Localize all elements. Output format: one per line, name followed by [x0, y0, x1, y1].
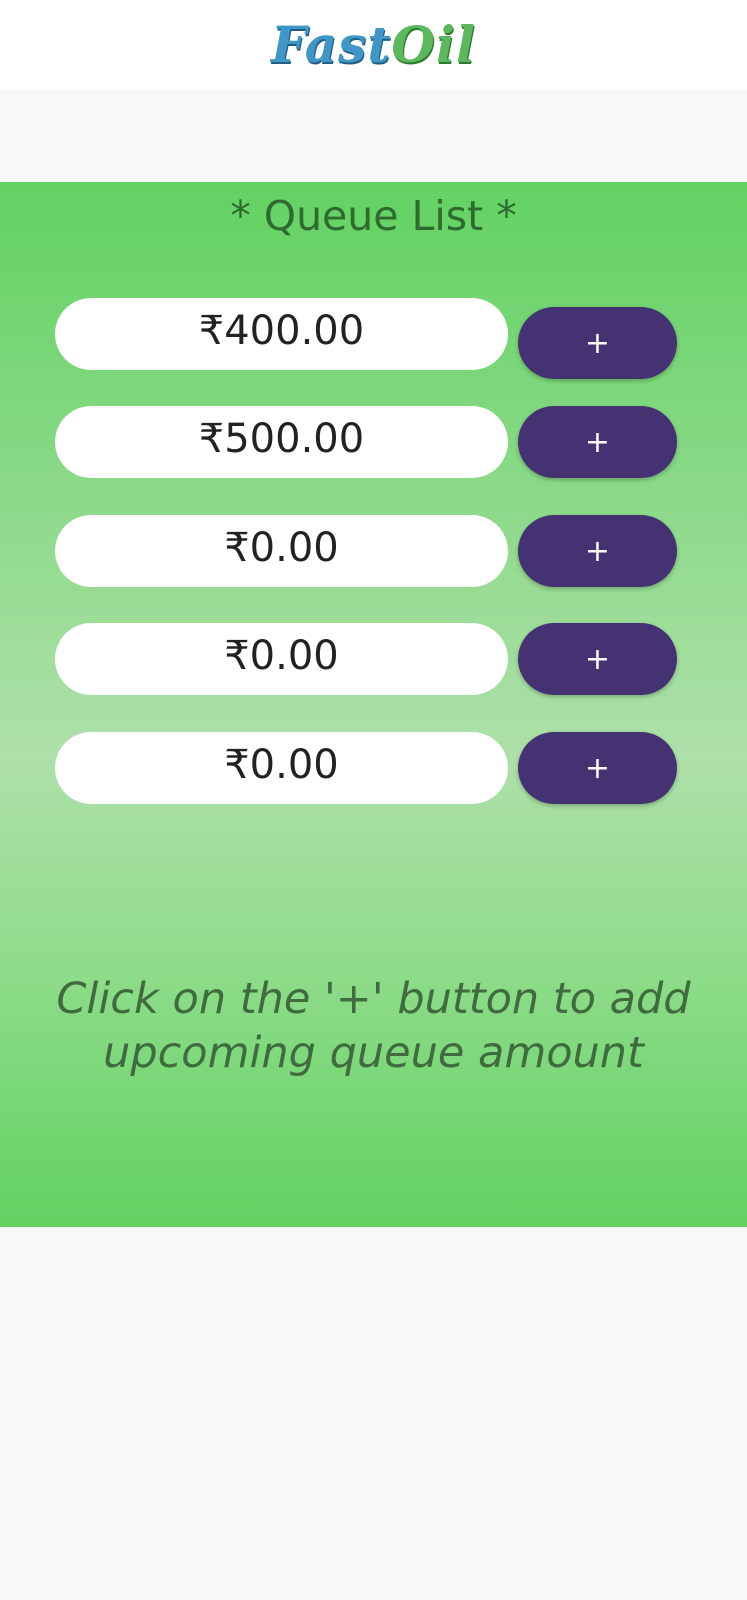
logo-text-oil: Oil [391, 15, 476, 74]
queue-amount-field[interactable]: ₹500.00 [55, 406, 508, 478]
add-amount-button[interactable]: + [518, 732, 677, 804]
instruction-text: Click on the '+' button to add upcoming … [56, 974, 691, 1078]
logo-text-fast: Fast [271, 15, 392, 74]
queue-row-4: ₹0.00 + [55, 623, 677, 695]
queue-list-title: * Queue List * [230, 192, 517, 240]
queue-row-1: ₹400.00 + [55, 298, 677, 379]
queue-row-5: ₹0.00 + [55, 732, 677, 804]
app-header: FastOil [0, 0, 747, 90]
add-amount-button[interactable]: + [518, 515, 677, 587]
queue-amount-field[interactable]: ₹0.00 [55, 515, 508, 587]
add-amount-button[interactable]: + [518, 307, 677, 379]
queue-amount-field[interactable]: ₹0.00 [55, 623, 508, 695]
spacer [0, 90, 747, 182]
queue-panel: * Queue List * ₹400.00 + ₹500.00 + ₹0.00… [0, 182, 747, 1227]
queue-row-3: ₹0.00 + [55, 515, 677, 587]
fastoil-logo: FastOil [271, 20, 476, 70]
empty-area [0, 1227, 747, 1600]
add-amount-button[interactable]: + [518, 623, 677, 695]
queue-amount-field[interactable]: ₹0.00 [55, 732, 508, 804]
add-amount-button[interactable]: + [518, 406, 677, 478]
queue-amount-field[interactable]: ₹400.00 [55, 298, 508, 370]
queue-row-2: ₹500.00 + [55, 406, 677, 478]
